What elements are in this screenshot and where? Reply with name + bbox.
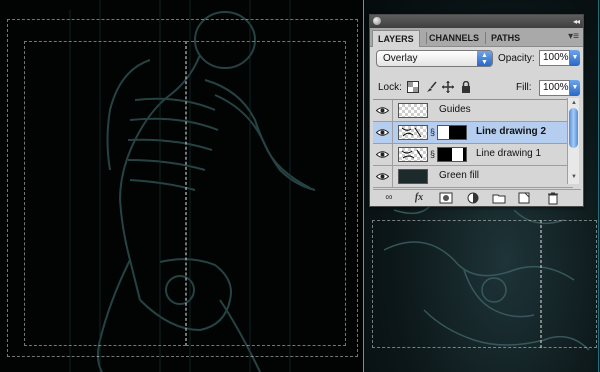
opacity-label: Opacity: (498, 53, 535, 64)
layer-green-fill[interactable]: Green fill (373, 166, 573, 188)
visibility-toggle[interactable] (373, 144, 393, 165)
group-folder-icon[interactable] (491, 191, 507, 205)
opacity-input[interactable]: 100% (539, 50, 570, 66)
layer-line-drawing-1[interactable]: § Line drawing 1 (373, 144, 573, 166)
visibility-toggle[interactable] (373, 100, 393, 121)
close-panel-button[interactable] (373, 17, 381, 25)
fx-label: fx (414, 192, 424, 203)
tab-channels[interactable]: CHANNELS (424, 30, 484, 47)
updown-arrows-icon: ▲ ▼ (477, 51, 492, 66)
link-chain-icon[interactable]: § (430, 149, 435, 159)
layer-name[interactable]: Guides (439, 104, 471, 115)
fill-input[interactable]: 100% (539, 80, 570, 96)
layers-panel: ◂◂ LAYERS CHANNELS PATHS ▾≡ Overlay ▲ ▼ O… (369, 14, 584, 207)
layers-scrollbar[interactable]: ▲ ▼ (567, 98, 579, 184)
layer-name[interactable]: Line drawing 2 (476, 126, 546, 137)
panel-footer: ∞ fx (373, 189, 581, 205)
lock-label: Lock: (378, 82, 402, 93)
fill-dropdown-arrow[interactable]: ▼ (570, 80, 580, 96)
visibility-toggle[interactable] (373, 122, 393, 143)
brush-lock-icon[interactable] (425, 81, 437, 93)
tab-paths[interactable]: PATHS (486, 30, 525, 47)
collapse-icon[interactable]: ◂◂ (573, 15, 580, 28)
scroll-up-icon[interactable]: ▲ (571, 100, 577, 106)
right-guide-frame (372, 220, 597, 348)
visibility-toggle[interactable] (373, 166, 393, 187)
blend-mode-value: Overlay (383, 53, 418, 64)
layer-thumbnail (398, 147, 428, 162)
move-lock-icon[interactable] (442, 81, 454, 93)
cyan-guide-line[interactable] (363, 0, 364, 372)
eye-icon (376, 107, 389, 114)
eye-icon (376, 173, 389, 180)
layer-thumbnail (398, 103, 428, 118)
blend-row: Overlay ▲ ▼ Opacity: 100% ▼ (376, 50, 580, 68)
layer-guides[interactable]: Guides (373, 100, 573, 122)
inner-guide-box (24, 41, 186, 346)
layer-mask-thumbnail[interactable] (437, 125, 467, 140)
skeleton-thumbnail-icon (401, 149, 423, 159)
eye-icon (376, 151, 389, 158)
link-chain-icon[interactable]: § (430, 127, 435, 137)
mask-icon[interactable] (438, 191, 454, 205)
panel-tab-bar: LAYERS CHANNELS PATHS ▾≡ (370, 28, 583, 47)
panel-menu-icon[interactable]: ▾≡ (568, 31, 579, 42)
skeleton-thumbnail-icon (401, 127, 422, 138)
layer-thumbnail (398, 169, 428, 184)
adjustment-icon[interactable] (465, 191, 481, 205)
layer-name[interactable]: Green fill (439, 170, 479, 181)
trash-icon[interactable] (545, 191, 561, 205)
blend-mode-select[interactable]: Overlay ▲ ▼ (376, 50, 493, 67)
layer-list: Guides § Line drawing 2 § Line drawing 1 (373, 99, 573, 188)
link-icon[interactable]: ∞ (381, 191, 397, 205)
layer-thumbnail (398, 125, 428, 140)
layer-name[interactable]: Line drawing 1 (476, 148, 541, 159)
scroll-down-icon[interactable]: ▼ (571, 174, 577, 180)
tab-layers[interactable]: LAYERS (372, 30, 420, 47)
fx-icon[interactable]: fx (411, 191, 427, 205)
new-layer-icon[interactable] (516, 191, 532, 205)
layer-mask-thumbnail[interactable] (437, 147, 467, 162)
panel-titlebar[interactable]: ◂◂ (370, 15, 583, 28)
right-guide-inner (540, 220, 542, 348)
scrollbar-thumb[interactable] (569, 108, 578, 148)
layer-line-drawing-2[interactable]: § Line drawing 2 (373, 122, 573, 144)
opacity-dropdown-arrow[interactable]: ▼ (570, 50, 580, 66)
cyan-guide-line-2[interactable] (598, 0, 599, 372)
eye-icon (376, 129, 389, 136)
lock-transparency-icon[interactable] (407, 81, 419, 93)
inner-guide-box-2 (186, 41, 346, 346)
fill-label: Fill: (516, 82, 532, 93)
lock-all-icon[interactable] (460, 81, 472, 93)
